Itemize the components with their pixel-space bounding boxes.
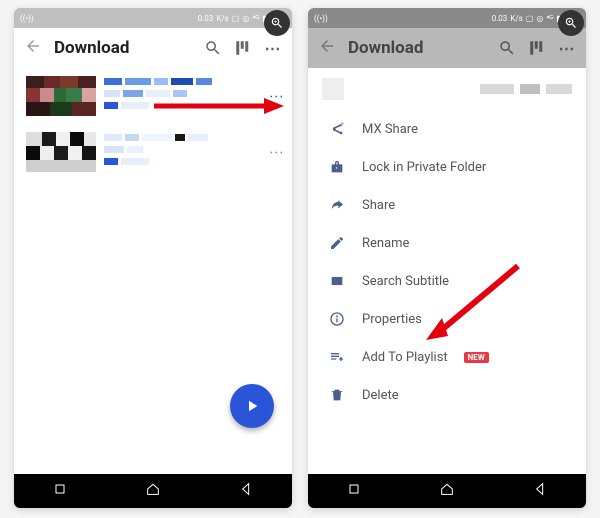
toolbar: Download ⋯ [14,28,292,68]
nav-home-icon[interactable] [439,481,455,501]
lock-icon [328,158,346,176]
playlist-add-icon [328,348,346,366]
more-icon[interactable]: ⋯ [558,39,576,57]
menu-lock-private[interactable]: Lock in Private Folder [308,148,586,186]
list-item[interactable]: ⋮ [14,124,292,180]
hotspot-icon: ((•)) [314,14,328,23]
page-title: Download [348,38,486,58]
menu-label: Search Subtitle [362,274,449,289]
sheet-thumbnail [322,78,344,100]
android-nav [14,474,292,508]
view-mode-icon[interactable] [528,39,546,57]
view-mode-icon[interactable] [234,39,252,57]
nav-back-icon[interactable] [532,481,548,501]
menu-rename[interactable]: Rename [308,224,586,262]
info-icon [328,310,346,328]
list-item[interactable]: ⋮ [14,68,292,124]
nav-recent-icon[interactable] [52,481,68,501]
menu-label: Rename [362,236,409,251]
menu-label: Share [362,198,395,213]
item-more-icon[interactable]: ⋮ [268,146,284,159]
item-more-icon[interactable]: ⋮ [268,90,284,103]
trash-icon [328,386,346,404]
page-title: Download [54,38,192,58]
share-arrow-icon [328,196,346,214]
back-icon[interactable] [318,37,336,59]
menu-share[interactable]: Share [308,186,586,224]
nav-home-icon[interactable] [145,481,161,501]
video-title-blurred [104,132,280,172]
play-fab[interactable] [230,384,274,428]
back-icon[interactable] [24,37,42,59]
menu-label: Delete [362,388,399,403]
menu-properties[interactable]: Properties [308,300,586,338]
video-list: ⋮ [14,68,292,474]
share-plus-icon [328,120,346,138]
menu-label: Lock in Private Folder [362,160,486,175]
menu-label: Properties [362,312,422,327]
sheet-title-blurred [356,84,572,94]
menu-label: MX Share [362,122,418,137]
toolbar: Download ⋯ [308,28,586,68]
hotspot-icon: ((•)) [20,14,34,23]
zoom-icon[interactable] [264,10,290,36]
video-title-blurred [104,76,280,116]
nav-recent-icon[interactable] [346,481,362,501]
menu-mx-share[interactable]: MX Share [308,110,586,148]
status-bar: ((•)) 0.03K/s ▢◎⁴ᴳ▮▮▮◫ [14,8,292,28]
more-icon[interactable]: ⋯ [264,39,282,57]
menu-label: Add To Playlist [362,350,448,365]
android-nav [308,474,586,508]
phone-left: ((•)) 0.03K/s ▢◎⁴ᴳ▮▮▮◫ Download ⋯ [14,8,292,508]
video-thumbnail [26,132,96,172]
menu-delete[interactable]: Delete [308,376,586,414]
search-icon[interactable] [204,39,222,57]
new-badge: NEW [464,352,489,363]
status-bar: ((•)) 0.03K/s ▢◎⁴ᴳ▮▮▮◫ [308,8,586,28]
pencil-icon [328,234,346,252]
video-thumbnail [26,76,96,116]
subtitle-icon [328,272,346,290]
context-menu-sheet: MX Share Lock in Private Folder Share Re… [308,68,586,474]
phone-right: ((•)) 0.03K/s ▢◎⁴ᴳ▮▮▮◫ Download ⋯ MX Sha… [308,8,586,508]
menu-search-subtitle[interactable]: Search Subtitle [308,262,586,300]
menu-add-playlist[interactable]: Add To Playlist NEW [308,338,586,376]
search-icon[interactable] [498,39,516,57]
zoom-icon[interactable] [558,10,584,36]
sheet-header [308,68,586,110]
nav-back-icon[interactable] [238,481,254,501]
